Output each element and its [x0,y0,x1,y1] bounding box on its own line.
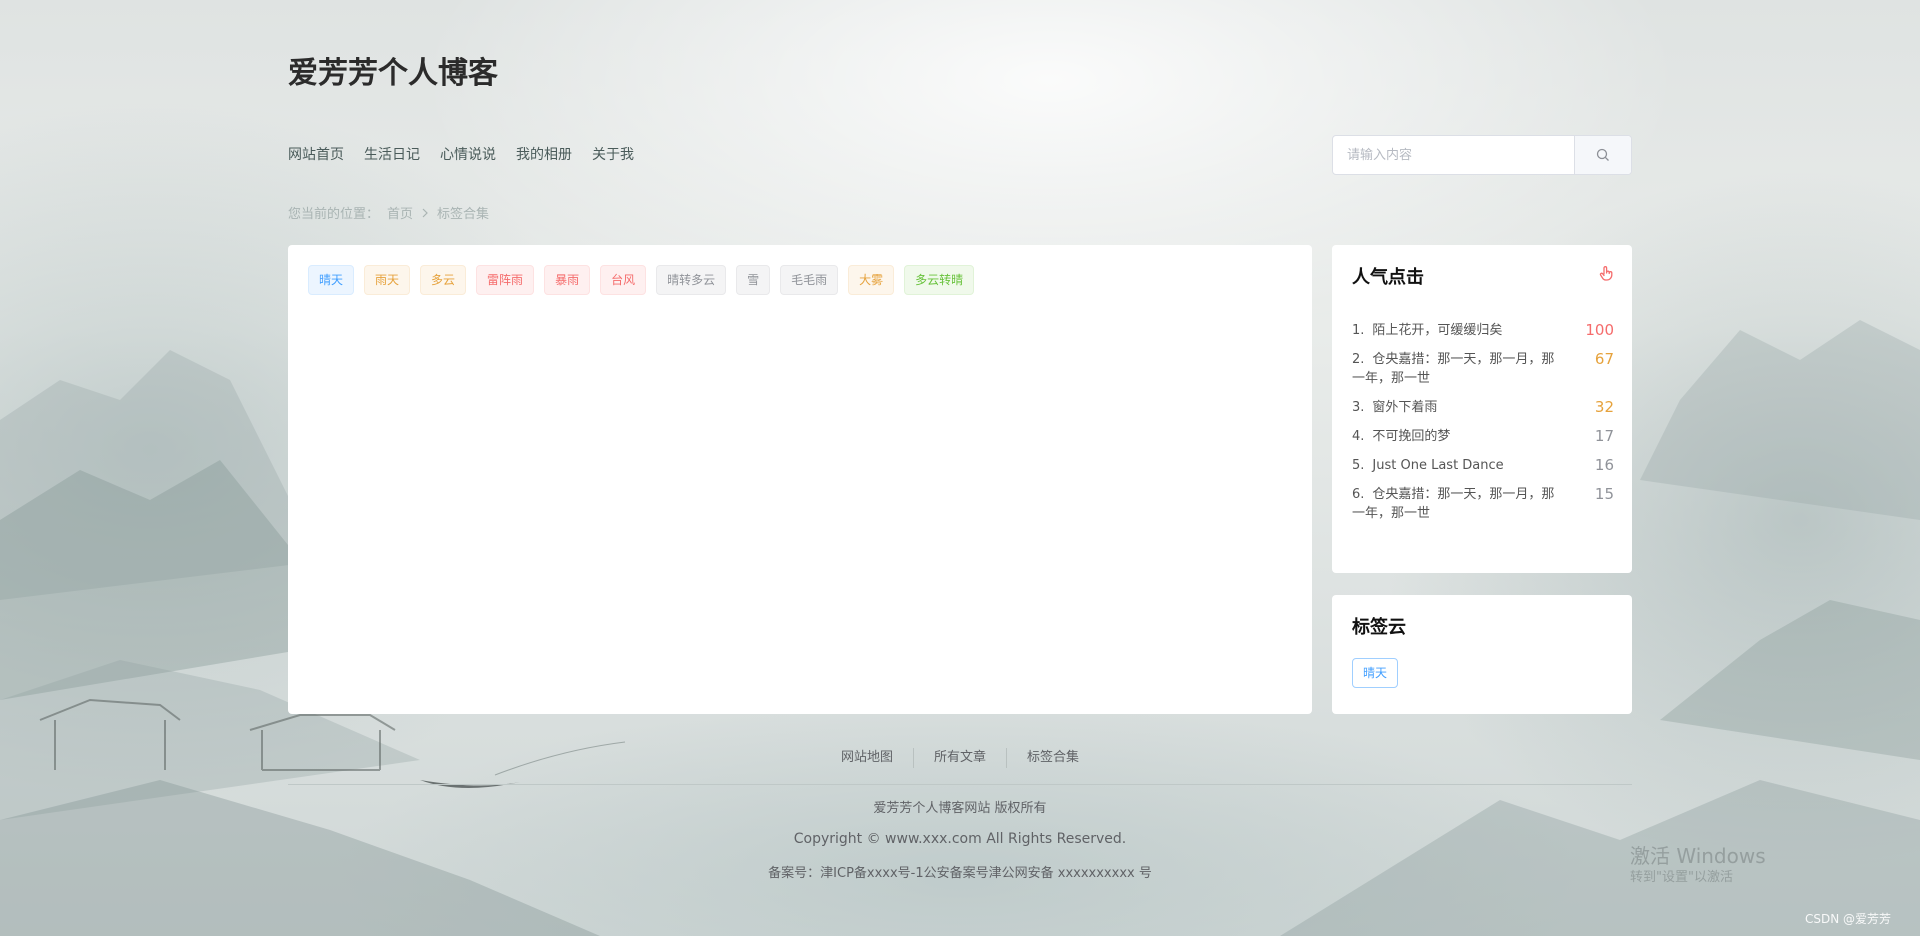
post-rank: 4. [1352,429,1365,444]
post-title: 陌上花开，可缓缓归矣 [1372,323,1503,338]
footer-link-all-posts[interactable]: 所有文章 [914,748,1006,768]
post-title-wrap: 3. 窗外下着雨 [1352,398,1558,417]
tag-cloud-title: 标签云 [1352,617,1406,638]
breadcrumb-prefix: 您当前的位置： [288,207,380,222]
post-title-wrap: 6. 仓央嘉措：那一天，那一月，那一年，那一世 [1352,485,1558,523]
tag-item[interactable]: 毛毛雨 [780,265,839,295]
view-count: 15 [1594,485,1614,503]
site-title: 爱芳芳个人博客 [288,56,498,91]
popular-posts-title: 人气点击 [1352,267,1424,288]
post-rank: 2. [1352,352,1365,367]
list-item[interactable]: 1. 陌上花开，可缓缓归矣 100 [1352,321,1614,340]
pointer-hand-icon [1599,266,1613,281]
search-input[interactable] [1333,136,1574,174]
tag-item[interactable]: 晴天 [308,265,355,295]
list-item[interactable]: 6. 仓央嘉措：那一天，那一月，那一年，那一世 15 [1352,485,1614,523]
breadcrumb: 您当前的位置： 首页 标签合集 [288,203,489,222]
list-item[interactable]: 3. 窗外下着雨 32 [1352,398,1614,417]
list-item[interactable]: 5. Just One Last Dance 16 [1352,456,1614,475]
view-count: 100 [1585,321,1614,339]
windows-activation-title: 激活 Windows [1630,844,1766,868]
footer-link-sitemap[interactable]: 网站地图 [821,748,913,768]
post-rank: 3. [1352,400,1365,415]
popular-posts-list: 1. 陌上花开，可缓缓归矣 100 2. 仓央嘉措：那一天，那一月，那一年，那一世 … [1352,321,1614,533]
footer-link-tags[interactable]: 标签合集 [1007,748,1099,768]
nav-item-album[interactable]: 我的相册 [516,144,572,164]
post-title: Just One Last Dance [1372,458,1504,473]
tag-cloud-card: 标签云 晴天 [1332,595,1632,714]
view-count: 16 [1594,456,1614,474]
tag-item[interactable]: 雪 [736,265,771,295]
post-title: 不可挽回的梦 [1372,429,1451,444]
tag-item[interactable]: 多云 [420,265,467,295]
tag-item[interactable]: 暴雨 [544,265,591,295]
tag-item[interactable]: 晴转多云 [656,265,727,295]
main-nav: 网站首页 生活日记 心情说说 我的相册 关于我 [288,144,634,164]
tag-item[interactable]: 大雾 [848,265,895,295]
csdn-watermark: CSDN @爱芳芳 [1805,912,1892,926]
search-button[interactable] [1574,136,1631,174]
chevron-right-icon [422,208,428,217]
tag-list: 晴天 雨天 多云 雷阵雨 暴雨 台风 晴转多云 雪 毛毛雨 大雾 多云转晴 [308,265,975,295]
post-title-wrap: 2. 仓央嘉措：那一天，那一月，那一年，那一世 [1352,350,1558,388]
footer-divider-line [288,784,1632,785]
breadcrumb-current: 标签合集 [437,207,490,222]
search-box [1332,135,1632,175]
post-rank: 5. [1352,458,1365,473]
tag-item[interactable]: 多云转晴 [904,265,975,295]
post-rank: 6. [1352,487,1365,502]
tag-item[interactable]: 雨天 [364,265,411,295]
post-title: 仓央嘉措：那一天，那一月，那一年，那一世 [1352,487,1555,521]
nav-item-about[interactable]: 关于我 [592,144,634,164]
nav-item-home[interactable]: 网站首页 [288,144,344,164]
nav-item-mood[interactable]: 心情说说 [440,144,496,164]
tag-item[interactable]: 雷阵雨 [476,265,535,295]
tag-cloud-item[interactable]: 晴天 [1352,658,1399,688]
post-title-wrap: 4. 不可挽回的梦 [1352,427,1558,446]
post-title: 仓央嘉措：那一天，那一月，那一年，那一世 [1352,352,1555,386]
search-icon [1596,148,1609,161]
post-title-wrap: 1. 陌上花开，可缓缓归矣 [1352,321,1558,340]
breadcrumb-home[interactable]: 首页 [387,203,413,222]
nav-item-diary[interactable]: 生活日记 [364,144,420,164]
list-item[interactable]: 2. 仓央嘉措：那一天，那一月，那一年，那一世 67 [1352,350,1614,388]
footer-owner: 爱芳芳个人博客网站 版权所有 [873,801,1047,816]
tag-item[interactable]: 台风 [600,265,647,295]
tag-collection-panel: 晴天 雨天 多云 雷阵雨 暴雨 台风 晴转多云 雪 毛毛雨 大雾 多云转晴 [288,245,1312,714]
view-count: 17 [1594,427,1614,445]
footer-nav: 网站地图 所有文章 标签合集 [0,748,1920,768]
popular-posts-card: 人气点击 1. 陌上花开，可缓缓归矣 100 2. 仓央嘉措：那一天，那一月，那一年… [1332,245,1632,573]
windows-activation-hint: 转到"设置"以激活 [1630,870,1733,885]
post-title-wrap: 5. Just One Last Dance [1352,456,1558,475]
post-title: 窗外下着雨 [1372,400,1438,415]
view-count: 32 [1594,398,1614,416]
post-rank: 1. [1352,323,1365,338]
list-item[interactable]: 4. 不可挽回的梦 17 [1352,427,1614,446]
view-count: 67 [1594,350,1614,368]
